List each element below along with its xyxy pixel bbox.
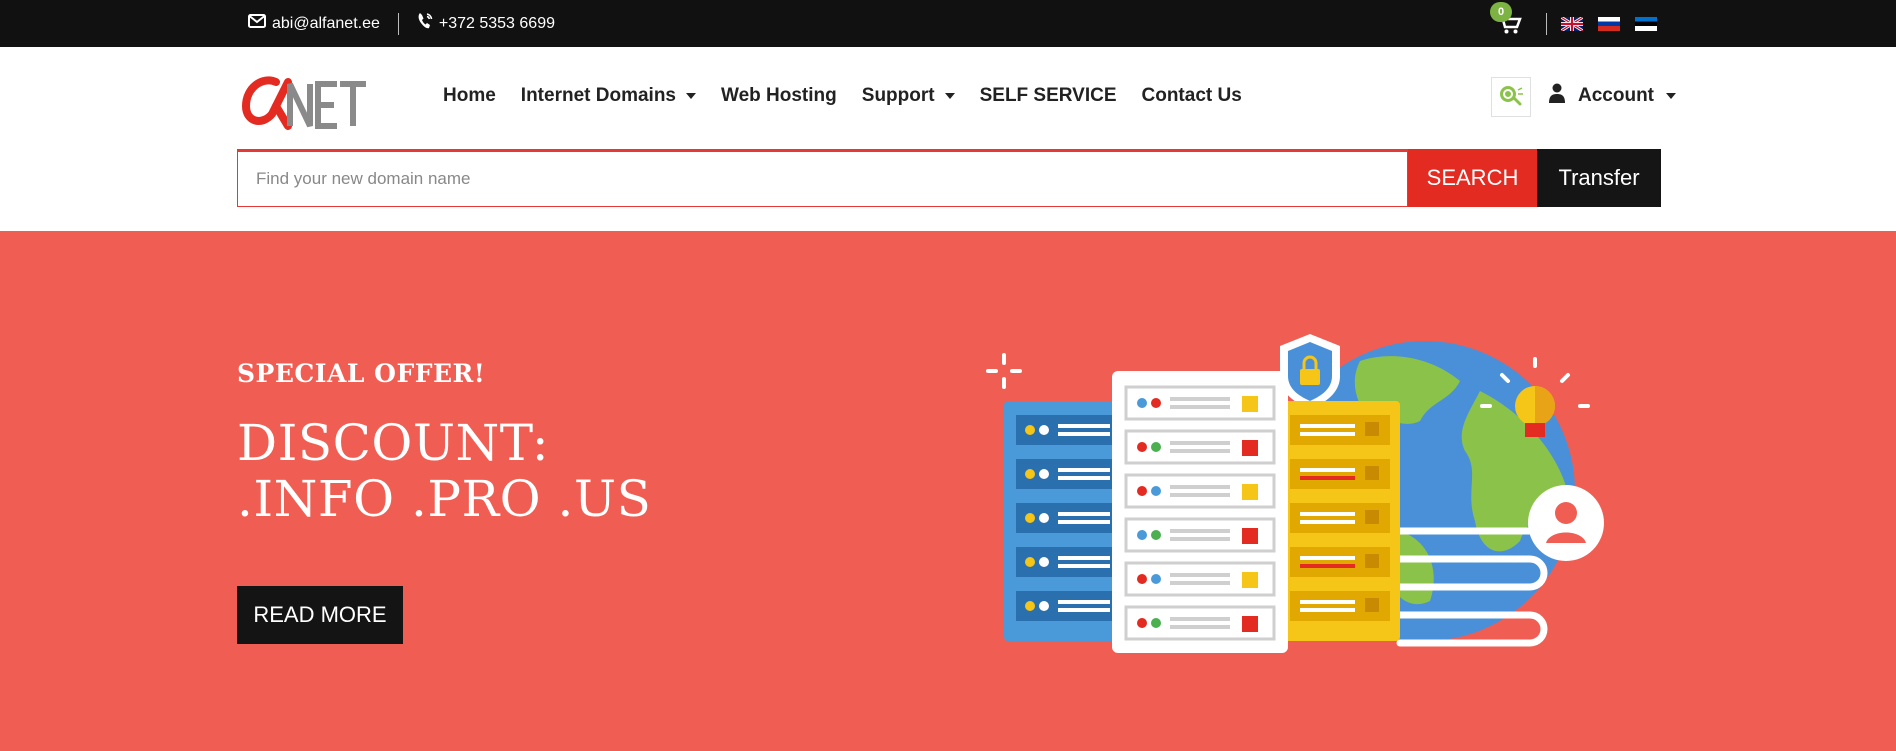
nav-label: SELF SERVICE (979, 85, 1117, 106)
nav-label: Home (443, 85, 496, 106)
nav-internet-domains[interactable]: Internet Domains (521, 85, 696, 107)
whois-button[interactable] (1491, 77, 1531, 117)
flag-ru-icon[interactable] (1598, 16, 1620, 31)
yellow-server-rack (1280, 401, 1400, 641)
user-icon (1548, 83, 1566, 109)
nav-support[interactable]: Support (862, 85, 955, 107)
user-avatar-icon (1528, 485, 1604, 561)
blue-server-rack (1004, 401, 1124, 641)
email-link[interactable]: abi@alfanet.ee (248, 14, 380, 33)
caret-down-icon (944, 93, 955, 99)
main-nav: Home Internet Domains Web Hosting Suppor… (443, 82, 1267, 110)
domain-search-form: SEARCH Transfer (237, 149, 1661, 207)
hero-title: DISCOUNT: .INFO .PRO .US (237, 415, 651, 527)
caret-down-icon (1666, 93, 1676, 99)
phone-text: +372 5353 6699 (438, 14, 555, 32)
phone-link[interactable]: +372 5353 6699 (417, 12, 555, 35)
domain-search-icon (1498, 84, 1524, 111)
hosting-illustration (960, 331, 1620, 661)
nav-contact-us[interactable]: Contact Us (1142, 85, 1242, 107)
search-button[interactable]: SEARCH (1408, 149, 1537, 207)
white-server-rack (1112, 371, 1288, 653)
domain-search-input[interactable] (237, 149, 1408, 207)
flag-ee-icon[interactable] (1635, 16, 1657, 31)
sparkle-icon (986, 353, 1022, 389)
account-menu[interactable]: Account (1548, 82, 1676, 110)
account-label: Account (1578, 85, 1654, 106)
cart-icon (1496, 14, 1522, 40)
hero-kicker: SPECIAL OFFER! (237, 359, 486, 388)
transfer-button[interactable]: Transfer (1537, 149, 1661, 207)
nav-label: Support (861, 85, 935, 106)
divider (397, 12, 399, 35)
topbar-right: 0 (1490, 0, 1672, 47)
top-bar: abi@alfanet.ee +372 5353 6699 0 (0, 0, 1896, 47)
nav-home[interactable]: Home (443, 85, 496, 107)
email-text: abi@alfanet.ee (272, 14, 380, 32)
read-more-button[interactable]: READ MORE (237, 586, 403, 644)
hero-title-line-2: .INFO .PRO .US (237, 470, 652, 528)
hero-banner: SPECIAL OFFER! DISCOUNT: .INFO .PRO .US … (0, 231, 1896, 751)
hero-title-line-1: DISCOUNT: (237, 414, 550, 472)
nav-self-service[interactable]: SELF SERVICE (980, 85, 1117, 107)
contact-info: abi@alfanet.ee +372 5353 6699 (248, 0, 555, 47)
divider (1546, 12, 1547, 35)
nav-label: Web Hosting (721, 85, 837, 106)
cart-button[interactable]: 0 (1490, 1, 1522, 36)
phone-icon (417, 12, 433, 35)
nav-web-hosting[interactable]: Web Hosting (721, 85, 837, 107)
nav-label: Contact Us (1141, 85, 1242, 106)
site-logo[interactable] (240, 70, 370, 130)
cart-count-badge: 0 (1490, 1, 1512, 22)
caret-down-icon (686, 93, 696, 99)
nav-label: Internet Domains (520, 85, 676, 106)
flag-uk-icon[interactable] (1561, 16, 1583, 31)
envelope-icon (248, 14, 266, 33)
